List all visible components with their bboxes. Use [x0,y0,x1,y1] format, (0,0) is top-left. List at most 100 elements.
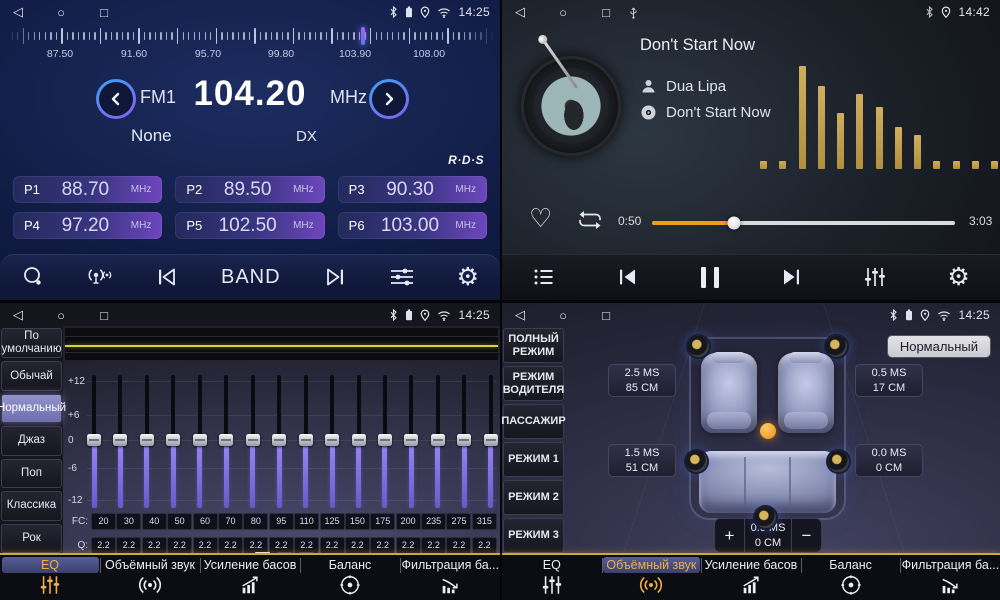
fc-value[interactable]: 235 [421,513,446,530]
eq-band-slider[interactable] [459,375,469,508]
eq-preset-item[interactable]: Нормальный [1,394,62,423]
fc-value[interactable]: 60 [193,513,218,530]
audio-settings-button[interactable] [389,265,415,289]
surround-mode-item[interactable]: ПОЛНЫЙ РЕЖИМ [503,328,564,363]
eq-band-slider[interactable] [89,375,99,508]
settings-button[interactable]: ⚙ [457,265,479,290]
rear-left-speaker-icon[interactable] [686,451,707,472]
q-value[interactable]: 2.2 [446,537,471,554]
back-icon[interactable]: ◁ [10,307,26,323]
rear-right-speaker-icon[interactable] [828,451,849,472]
tab-surround-sound[interactable]: Объёмный звук [602,555,702,600]
surround-mode-item[interactable]: РЕЖИМ 3 [503,518,564,553]
fc-value[interactable]: 95 [269,513,294,530]
fc-value[interactable]: 200 [396,513,421,530]
back-icon[interactable]: ◁ [10,4,26,20]
eq-band-slider[interactable] [327,375,337,508]
home-icon[interactable]: ○ [53,308,69,323]
eq-preset-item[interactable]: Рок [1,524,62,553]
q-value[interactable]: 2.2 [320,537,345,554]
fc-value[interactable]: 315 [472,513,497,530]
recents-icon[interactable]: □ [96,5,112,20]
q-value[interactable]: 2.2 [167,537,192,554]
back-icon[interactable]: ◁ [512,307,528,323]
tab-balance[interactable]: Баланс [801,555,901,600]
eq-preset-item[interactable]: По умолчанию [1,328,62,358]
eq-band-slider[interactable] [248,375,258,508]
eq-band-slider[interactable] [301,375,311,508]
surround-mode-item[interactable]: РЕЖИМ ВОДИТЕЛЯ [503,366,564,401]
preset-button-p3[interactable]: P390.30MHz [338,176,487,203]
fc-value[interactable]: 30 [116,513,141,530]
front-right-speaker-icon[interactable] [826,336,847,357]
tune-up-button[interactable] [369,79,409,119]
previous-station-button[interactable] [155,265,179,289]
q-value[interactable]: 2.2 [218,537,243,554]
eq-band-slider[interactable] [115,375,125,508]
tab-eq[interactable]: EQ [502,555,602,600]
delay-increase-button[interactable]: + [715,519,744,552]
eq-preset-item[interactable]: Джаз [1,426,62,455]
tab-eq[interactable]: EQ [0,555,100,600]
broadcast-button[interactable] [87,265,113,289]
preset-button-p5[interactable]: P5102.50MHz [175,212,324,239]
fc-value[interactable]: 175 [370,513,395,530]
q-value[interactable]: 2.2 [142,537,167,554]
repeat-button[interactable] [576,210,604,235]
fc-value[interactable]: 20 [91,513,116,530]
surround-mode-item[interactable]: ПАССАЖИР [503,404,564,439]
eq-band-slider[interactable] [195,375,205,508]
q-value[interactable]: 2.2 [472,537,497,554]
seek-bar-knob[interactable] [727,217,740,230]
band-button[interactable]: BAND [221,266,281,289]
rear-left-delay[interactable]: 1.5 MS 51 CM [608,444,676,477]
back-icon[interactable]: ◁ [512,4,528,20]
next-station-button[interactable] [323,265,347,289]
home-icon[interactable]: ○ [555,308,571,323]
eq-band-slider[interactable] [221,375,231,508]
previous-track-button[interactable] [616,265,640,289]
recents-icon[interactable]: □ [96,308,112,323]
seek-bar[interactable] [652,221,955,225]
fc-value[interactable]: 40 [142,513,167,530]
tab-balance[interactable]: Баланс [300,555,400,600]
eq-band-slider[interactable] [168,375,178,508]
recents-icon[interactable]: □ [598,308,614,323]
preset-button-p2[interactable]: P289.50MHz [175,176,324,203]
front-right-delay[interactable]: 0.5 MS 17 CM [855,364,923,397]
fc-value[interactable]: 125 [320,513,345,530]
q-value[interactable]: 2.2 [396,537,421,554]
tab-surround-sound[interactable]: Объёмный звук [100,555,200,600]
eq-band-slider[interactable] [486,375,496,508]
eq-band-slider[interactable] [380,375,390,508]
favorite-button[interactable]: ♡ [529,203,552,234]
q-value[interactable]: 2.2 [116,537,141,554]
delay-decrease-button[interactable]: − [792,519,821,552]
eq-band-slider[interactable] [142,375,152,508]
eq-band-slider[interactable] [433,375,443,508]
recents-icon[interactable]: □ [598,5,614,20]
preset-button-p1[interactable]: P188.70MHz [13,176,162,203]
tab-bass-boost[interactable]: Усиление басов [200,555,300,600]
fc-value[interactable]: 110 [294,513,319,530]
eq-preset-item[interactable]: Обычай [1,361,62,390]
fc-value[interactable]: 50 [167,513,192,530]
scan-button[interactable] [21,265,45,289]
rear-right-delay[interactable]: 0.0 MS 0 CM [855,444,923,477]
subwoofer-icon[interactable] [755,507,776,528]
fc-value[interactable]: 150 [345,513,370,530]
fc-value[interactable]: 275 [446,513,471,530]
equalizer-button[interactable] [863,265,887,289]
next-track-button[interactable] [779,265,803,289]
q-value[interactable]: 2.2 [345,537,370,554]
tab-filter[interactable]: Фильтрация ба... [400,555,500,600]
eq-band-slider[interactable] [406,375,416,508]
fc-value[interactable]: 70 [218,513,243,530]
surround-mode-item[interactable]: РЕЖИМ 2 [503,480,564,515]
tune-down-button[interactable] [96,79,136,119]
home-icon[interactable]: ○ [555,5,571,20]
q-value[interactable]: 2.2 [421,537,446,554]
tab-filter[interactable]: Фильтрация ба... [900,555,1000,600]
q-value[interactable]: 2.2 [91,537,116,554]
eq-preset-item[interactable]: Поп [1,459,62,488]
